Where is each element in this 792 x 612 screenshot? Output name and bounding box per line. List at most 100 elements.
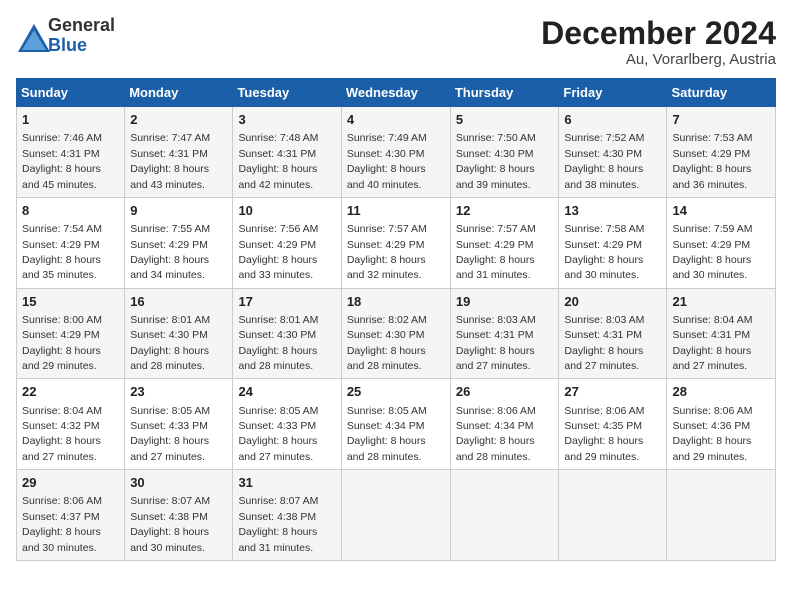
day-info: Sunrise: 7:47 AMSunset: 4:31 PMDaylight:… bbox=[130, 132, 210, 190]
page-subtitle: Au, Vorarlberg, Austria bbox=[541, 51, 776, 68]
calendar-cell: 16Sunrise: 8:01 AMSunset: 4:30 PMDayligh… bbox=[125, 288, 233, 379]
day-info: Sunrise: 8:05 AMSunset: 4:33 PMDaylight:… bbox=[238, 405, 318, 463]
calendar-cell: 19Sunrise: 8:03 AMSunset: 4:31 PMDayligh… bbox=[450, 288, 559, 379]
col-header-saturday: Saturday bbox=[667, 79, 776, 107]
day-number: 27 bbox=[564, 383, 661, 401]
day-number: 2 bbox=[130, 111, 227, 129]
calendar-cell: 2 Sunrise: 7:47 AMSunset: 4:31 PMDaylight… bbox=[125, 107, 233, 198]
calendar-cell bbox=[559, 470, 667, 561]
page-title: December 2024 bbox=[541, 16, 776, 51]
calendar-cell bbox=[450, 470, 559, 561]
week-row-4: 22Sunrise: 8:04 AMSunset: 4:32 PMDayligh… bbox=[17, 379, 776, 470]
day-info: Sunrise: 7:46 AMSunset: 4:31 PMDaylight:… bbox=[22, 132, 102, 190]
calendar-cell: 11 Sunrise: 7:57 AMSunset: 4:29 PMDayligh… bbox=[341, 197, 450, 288]
day-number: 10 bbox=[238, 202, 335, 220]
day-number: 12 bbox=[456, 202, 554, 220]
day-number: 26 bbox=[456, 383, 554, 401]
calendar-table: SundayMondayTuesdayWednesdayThursdayFrid… bbox=[16, 78, 776, 561]
day-number: 5 bbox=[456, 111, 554, 129]
day-info: Sunrise: 8:06 AMSunset: 4:36 PMDaylight:… bbox=[672, 405, 752, 463]
calendar-cell: 21 Sunrise: 8:04 AMSunset: 4:31 PMDayligh… bbox=[667, 288, 776, 379]
calendar-cell: 10 Sunrise: 7:56 AMSunset: 4:29 PMDayligh… bbox=[233, 197, 341, 288]
day-number: 20 bbox=[564, 293, 661, 311]
calendar-cell: 25Sunrise: 8:05 AMSunset: 4:34 PMDayligh… bbox=[341, 379, 450, 470]
calendar-cell: 5Sunrise: 7:50 AMSunset: 4:30 PMDaylight… bbox=[450, 107, 559, 198]
calendar-cell: 18 Sunrise: 8:02 AMSunset: 4:30 PMDayligh… bbox=[341, 288, 450, 379]
day-number: 31 bbox=[238, 474, 335, 492]
column-headers: SundayMondayTuesdayWednesdayThursdayFrid… bbox=[17, 79, 776, 107]
calendar-cell: 4Sunrise: 7:49 AMSunset: 4:30 PMDaylight… bbox=[341, 107, 450, 198]
col-header-tuesday: Tuesday bbox=[233, 79, 341, 107]
day-info: Sunrise: 7:58 AMSunset: 4:29 PMDaylight:… bbox=[564, 223, 644, 281]
day-info: Sunrise: 7:54 AMSunset: 4:29 PMDaylight:… bbox=[22, 223, 102, 281]
day-number: 24 bbox=[238, 383, 335, 401]
calendar-cell: 28 Sunrise: 8:06 AMSunset: 4:36 PMDayligh… bbox=[667, 379, 776, 470]
day-info: Sunrise: 8:03 AMSunset: 4:31 PMDaylight:… bbox=[564, 314, 644, 372]
logo-icon bbox=[16, 22, 44, 50]
day-number: 4 bbox=[347, 111, 445, 129]
calendar-cell: 12 Sunrise: 7:57 AMSunset: 4:29 PMDayligh… bbox=[450, 197, 559, 288]
calendar-cell: 30 Sunrise: 8:07 AMSunset: 4:38 PMDayligh… bbox=[125, 470, 233, 561]
day-info: Sunrise: 7:57 AMSunset: 4:29 PMDaylight:… bbox=[456, 223, 536, 281]
day-info: Sunrise: 8:07 AMSunset: 4:38 PMDaylight:… bbox=[238, 495, 318, 553]
logo-blue: Blue bbox=[48, 36, 115, 56]
calendar-cell: 1 Sunrise: 7:46 AMSunset: 4:31 PMDaylight… bbox=[17, 107, 125, 198]
week-row-2: 8 Sunrise: 7:54 AMSunset: 4:29 PMDaylight… bbox=[17, 197, 776, 288]
calendar-cell: 29Sunrise: 8:06 AMSunset: 4:37 PMDayligh… bbox=[17, 470, 125, 561]
day-info: Sunrise: 7:56 AMSunset: 4:29 PMDaylight:… bbox=[238, 223, 318, 281]
calendar-cell: 23 Sunrise: 8:05 AMSunset: 4:33 PMDayligh… bbox=[125, 379, 233, 470]
calendar-cell: 7 Sunrise: 7:53 AMSunset: 4:29 PMDaylight… bbox=[667, 107, 776, 198]
day-info: Sunrise: 7:48 AMSunset: 4:31 PMDaylight:… bbox=[238, 132, 318, 190]
day-info: Sunrise: 8:02 AMSunset: 4:30 PMDaylight:… bbox=[347, 314, 427, 372]
col-header-monday: Monday bbox=[125, 79, 233, 107]
col-header-thursday: Thursday bbox=[450, 79, 559, 107]
day-number: 25 bbox=[347, 383, 445, 401]
day-number: 7 bbox=[672, 111, 770, 129]
day-info: Sunrise: 8:07 AMSunset: 4:38 PMDaylight:… bbox=[130, 495, 210, 553]
day-info: Sunrise: 7:52 AMSunset: 4:30 PMDaylight:… bbox=[564, 132, 644, 190]
day-number: 3 bbox=[238, 111, 335, 129]
logo-text: General Blue bbox=[48, 16, 115, 56]
day-number: 23 bbox=[130, 383, 227, 401]
day-number: 29 bbox=[22, 474, 119, 492]
day-info: Sunrise: 8:05 AMSunset: 4:33 PMDaylight:… bbox=[130, 405, 210, 463]
day-number: 21 bbox=[672, 293, 770, 311]
day-info: Sunrise: 8:06 AMSunset: 4:35 PMDaylight:… bbox=[564, 405, 644, 463]
day-info: Sunrise: 7:55 AMSunset: 4:29 PMDaylight:… bbox=[130, 223, 210, 281]
calendar-cell: 14Sunrise: 7:59 AMSunset: 4:29 PMDayligh… bbox=[667, 197, 776, 288]
calendar-cell: 3 Sunrise: 7:48 AMSunset: 4:31 PMDaylight… bbox=[233, 107, 341, 198]
calendar-cell: 9 Sunrise: 7:55 AMSunset: 4:29 PMDaylight… bbox=[125, 197, 233, 288]
calendar-cell: 8 Sunrise: 7:54 AMSunset: 4:29 PMDaylight… bbox=[17, 197, 125, 288]
calendar-cell bbox=[667, 470, 776, 561]
day-number: 28 bbox=[672, 383, 770, 401]
logo: General Blue bbox=[16, 16, 115, 56]
day-number: 30 bbox=[130, 474, 227, 492]
day-number: 8 bbox=[22, 202, 119, 220]
day-number: 14 bbox=[672, 202, 770, 220]
day-number: 11 bbox=[347, 202, 445, 220]
col-header-friday: Friday bbox=[559, 79, 667, 107]
day-number: 6 bbox=[564, 111, 661, 129]
calendar-cell: 27 Sunrise: 8:06 AMSunset: 4:35 PMDayligh… bbox=[559, 379, 667, 470]
day-info: Sunrise: 8:06 AMSunset: 4:34 PMDaylight:… bbox=[456, 405, 536, 463]
calendar-cell: 13Sunrise: 7:58 AMSunset: 4:29 PMDayligh… bbox=[559, 197, 667, 288]
day-number: 19 bbox=[456, 293, 554, 311]
calendar-cell: 15Sunrise: 8:00 AMSunset: 4:29 PMDayligh… bbox=[17, 288, 125, 379]
title-block: December 2024 Au, Vorarlberg, Austria bbox=[541, 16, 776, 68]
day-info: Sunrise: 7:53 AMSunset: 4:29 PMDaylight:… bbox=[672, 132, 752, 190]
day-number: 1 bbox=[22, 111, 119, 129]
day-number: 17 bbox=[238, 293, 335, 311]
day-info: Sunrise: 8:01 AMSunset: 4:30 PMDaylight:… bbox=[238, 314, 318, 372]
calendar-cell: 26 Sunrise: 8:06 AMSunset: 4:34 PMDayligh… bbox=[450, 379, 559, 470]
day-number: 9 bbox=[130, 202, 227, 220]
week-row-3: 15Sunrise: 8:00 AMSunset: 4:29 PMDayligh… bbox=[17, 288, 776, 379]
day-number: 18 bbox=[347, 293, 445, 311]
page-header: General Blue December 2024 Au, Vorarlber… bbox=[16, 16, 776, 68]
calendar-cell bbox=[341, 470, 450, 561]
calendar-cell: 6 Sunrise: 7:52 AMSunset: 4:30 PMDaylight… bbox=[559, 107, 667, 198]
calendar-cell: 20 Sunrise: 8:03 AMSunset: 4:31 PMDayligh… bbox=[559, 288, 667, 379]
day-info: Sunrise: 8:04 AMSunset: 4:31 PMDaylight:… bbox=[672, 314, 752, 372]
col-header-sunday: Sunday bbox=[17, 79, 125, 107]
day-number: 15 bbox=[22, 293, 119, 311]
day-info: Sunrise: 7:57 AMSunset: 4:29 PMDaylight:… bbox=[347, 223, 427, 281]
